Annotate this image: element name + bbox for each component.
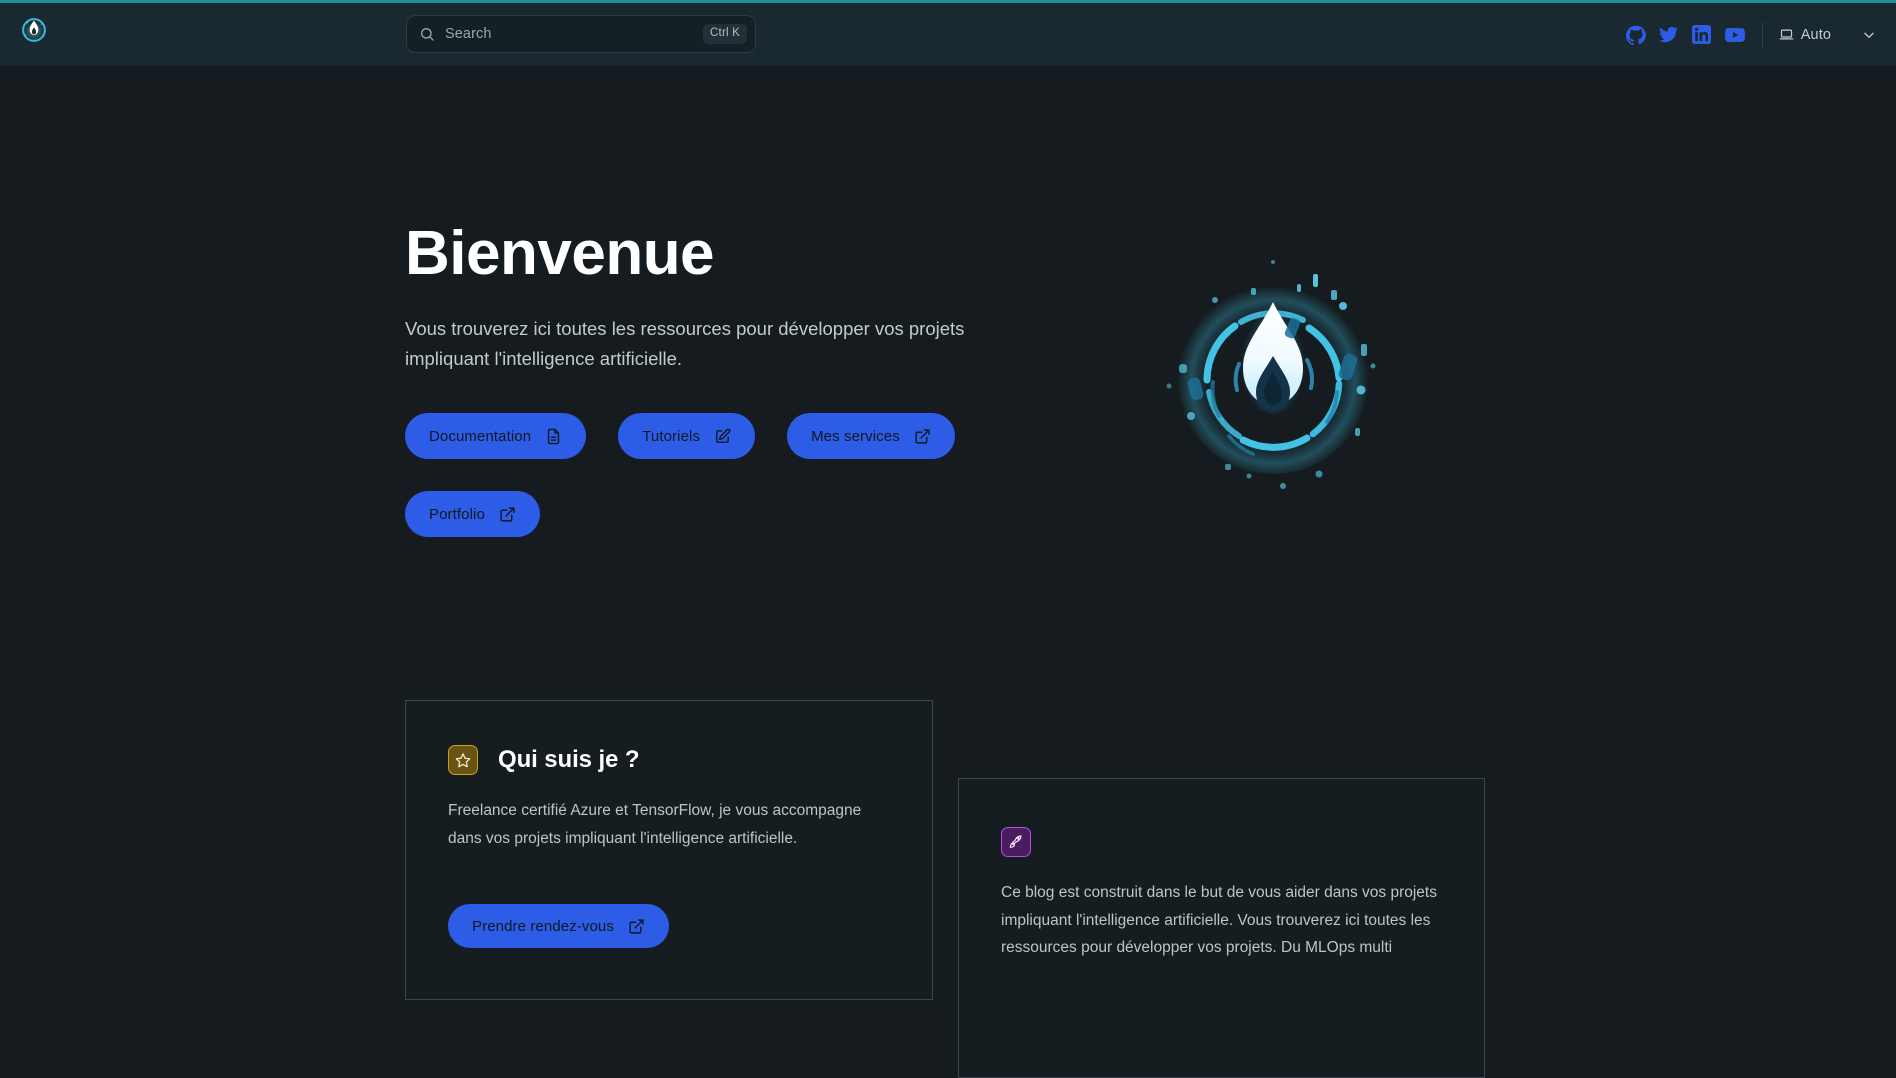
social-link-linkedin[interactable] — [1691, 24, 1713, 46]
social-link-github[interactable] — [1625, 24, 1647, 46]
blog-card-header — [959, 779, 1484, 857]
mes-services-button[interactable]: Mes services — [787, 413, 955, 459]
blog-card: Ce blog est construit dans le but de vou… — [958, 778, 1485, 1078]
cards-section: Qui suis je ? Freelance certifié Azure e… — [0, 691, 1896, 1078]
star-icon — [448, 745, 478, 775]
blog-card-body: Ce blog est construit dans le but de vou… — [1001, 884, 1437, 957]
hero-text-block: Bienvenue Vous trouverez ici toutes les … — [405, 221, 1105, 374]
linkedin-icon — [1692, 25, 1712, 44]
theme-switcher-label: Auto — [1800, 26, 1831, 43]
search-shortcut-badge: Ctrl K — [703, 24, 747, 44]
page-title: Bienvenue — [405, 219, 715, 288]
about-card-cta-wrap: Prendre rendez-vous — [406, 852, 932, 949]
search-icon — [419, 26, 435, 42]
about-card: Qui suis je ? Freelance certifié Azure e… — [405, 700, 933, 1000]
mes-services-button-label: Mes services — [811, 427, 900, 445]
youtube-icon — [1724, 25, 1745, 45]
brand-logo-link[interactable] — [16, 12, 52, 48]
hero-subtitle: Vous trouverez ici toutes les ressources… — [405, 318, 965, 370]
twitter-icon — [1659, 25, 1679, 44]
header-divider — [1761, 21, 1763, 48]
laptop-icon — [1779, 27, 1794, 42]
hero-action-buttons: Documentation Tutoriels Mes services Por… — [405, 413, 1025, 537]
document-icon — [545, 428, 562, 445]
search-container[interactable]: Search Ctrl K — [406, 15, 756, 53]
search-placeholder-text: Search — [445, 26, 492, 42]
social-link-twitter[interactable] — [1658, 24, 1680, 46]
documentation-button[interactable]: Documentation — [405, 413, 587, 459]
site-header: Search Ctrl K Auto — [0, 3, 1896, 66]
prendre-rendez-vous-button[interactable]: Prendre rendez-vous — [448, 904, 669, 949]
external-link-icon — [499, 506, 516, 523]
tutoriels-button-label: Tutoriels — [642, 427, 701, 445]
hero-section: Bienvenue Vous trouverez ici toutes les … — [0, 66, 1896, 691]
prendre-rendez-vous-label: Prendre rendez-vous — [472, 917, 614, 935]
portfolio-button[interactable]: Portfolio — [405, 491, 540, 537]
social-links — [1625, 24, 1762, 46]
edit-square-icon — [714, 428, 731, 445]
about-card-header: Qui suis je ? — [406, 701, 932, 775]
glowing-flame-ring-logo — [1155, 238, 1395, 498]
header-right-group: Auto — [1625, 3, 1878, 66]
social-link-youtube[interactable] — [1724, 24, 1746, 46]
rocket-icon — [1001, 827, 1031, 857]
theme-switcher[interactable]: Auto — [1777, 23, 1878, 47]
search-input[interactable]: Search Ctrl K — [406, 15, 756, 53]
portfolio-button-label: Portfolio — [429, 505, 485, 523]
github-icon — [1625, 25, 1646, 45]
about-card-body: Freelance certifié Azure et TensorFlow, … — [448, 802, 862, 847]
chevron-down-icon — [1862, 28, 1876, 42]
documentation-button-label: Documentation — [429, 427, 532, 445]
flame-logo-icon — [19, 15, 49, 45]
tutoriels-button[interactable]: Tutoriels — [618, 413, 756, 459]
about-card-title: Qui suis je ? — [498, 746, 640, 773]
external-link-icon — [914, 428, 931, 445]
external-link-icon — [628, 918, 645, 935]
